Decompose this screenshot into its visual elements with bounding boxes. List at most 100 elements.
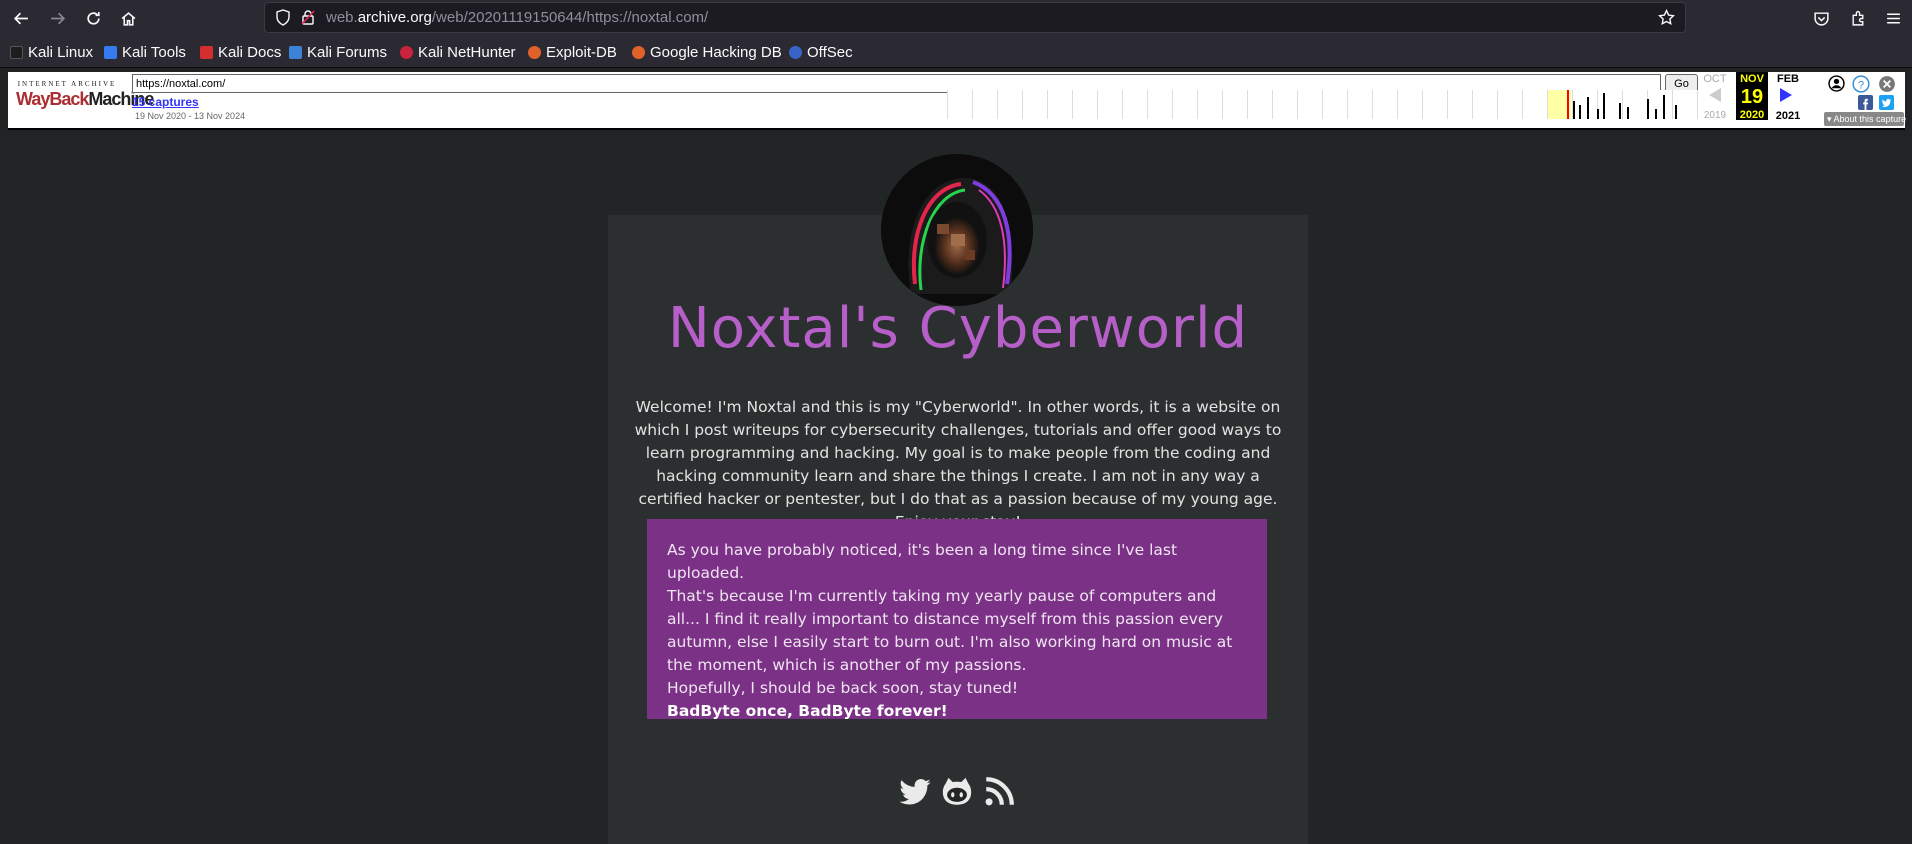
sparkline-year-column[interactable] [1647, 90, 1671, 119]
bookmark-kali-forums[interactable]: Kali Forums [289, 44, 387, 61]
about-capture-button[interactable]: ▾ About this capture [1824, 112, 1906, 126]
sparkline-capture-tick [1587, 97, 1589, 119]
pocket-icon[interactable] [1806, 3, 1836, 33]
bookmark-kali-tools[interactable]: Kali Tools [104, 44, 186, 61]
sparkline-year-column[interactable] [1222, 90, 1246, 119]
sparkline-year-column[interactable] [947, 90, 971, 119]
notice-line-2: That's because I'm currently taking my y… [667, 587, 1233, 674]
next-arrow-icon[interactable] [1778, 87, 1794, 107]
forward-icon[interactable] [42, 3, 72, 33]
sparkline-year-column[interactable] [1147, 90, 1171, 119]
wayback-captures-link[interactable]: 15 captures [132, 95, 199, 109]
prev-arrow-icon[interactable] [1707, 87, 1723, 107]
sparkline-year-column[interactable] [1447, 90, 1471, 119]
sparkline-capture-tick [1655, 109, 1657, 119]
sparkline-year-column[interactable] [1572, 90, 1596, 119]
bookmark-kali-linux[interactable]: Kali Linux [10, 44, 93, 61]
bookmark-label: Kali Docs [218, 44, 282, 61]
url-text[interactable]: web.archive.org/web/20201119150644/https… [326, 9, 708, 26]
social-links [899, 775, 1014, 811]
wayback-logo[interactable]: INTERNET ARCHIVE WayBackMachine [16, 80, 154, 120]
sparkline-year-column[interactable] [1522, 90, 1546, 119]
kali-docs-icon [200, 46, 213, 59]
current-year: 2020 [1739, 109, 1765, 121]
sparkline-year-column[interactable] [1197, 90, 1221, 119]
bookmark-google-hacking-db[interactable]: Google Hacking DB [632, 44, 782, 61]
home-icon[interactable] [113, 3, 143, 33]
sparkline-year-column[interactable] [1022, 90, 1046, 119]
sparkline-year-column[interactable] [1497, 90, 1521, 119]
ghdb-icon [632, 46, 645, 59]
sparkline-year-column[interactable] [1322, 90, 1346, 119]
sparkline-capture-tick [1627, 107, 1629, 119]
bookmark-label: Google Hacking DB [650, 44, 782, 61]
sparkline-year-column[interactable] [1272, 90, 1296, 119]
current-day: 19 [1740, 86, 1764, 108]
star-icon[interactable] [1658, 8, 1675, 30]
sparkline-capture-tick [1579, 105, 1581, 119]
prev-year: 2019 [1703, 110, 1727, 121]
profile-avatar [881, 154, 1033, 306]
sparkline-year-column[interactable] [1122, 90, 1146, 119]
sparkline-year-column[interactable] [1072, 90, 1096, 119]
reload-icon[interactable] [78, 3, 108, 33]
sparkline-capture-tick [1647, 99, 1649, 119]
sparkline-current-marker [1567, 90, 1569, 119]
sparkline-year-column[interactable] [1247, 90, 1271, 119]
sparkline-year-column[interactable] [1297, 90, 1321, 119]
menu-icon[interactable] [1878, 3, 1908, 33]
sparkline-capture-tick [1675, 105, 1677, 119]
twitter-icon[interactable] [898, 775, 932, 811]
notice-line-1: As you have probably noticed, it's been … [667, 541, 1178, 582]
close-icon[interactable] [1878, 75, 1896, 97]
wayback-calendar-nav: OCT 2019 NOV 19 2020 FEB 2021 [1698, 72, 1818, 130]
wayback-sparkline[interactable] [947, 90, 1698, 119]
current-capture-box: NOV 19 2020 [1736, 72, 1768, 121]
sparkline-capture-tick [1619, 103, 1621, 119]
bookmark-label: Kali Tools [122, 44, 186, 61]
shield-icon[interactable] [275, 9, 291, 30]
user-icon[interactable] [1828, 75, 1845, 96]
notice-signoff: BadByte once, BadByte forever! [667, 702, 948, 720]
sparkline-year-column[interactable] [1422, 90, 1446, 119]
navigation-toolbar: web.archive.org/web/20201119150644/https… [0, 0, 1912, 35]
sparkline-capture-tick [1573, 101, 1575, 119]
bookmark-kali-nethunter[interactable]: Kali NetHunter [400, 44, 516, 61]
lock-icon[interactable] [301, 9, 315, 30]
sparkline-year-column[interactable] [997, 90, 1021, 119]
sparkline-year-column[interactable] [1047, 90, 1071, 119]
sparkline-year-column[interactable] [1172, 90, 1196, 119]
sparkline-capture-tick [1603, 93, 1605, 119]
bookmark-label: Kali NetHunter [418, 44, 516, 61]
exploit-db-icon [528, 46, 541, 59]
notice-box: As you have probably noticed, it's been … [647, 519, 1267, 720]
svg-text:?: ? [1858, 80, 1864, 92]
site-title: Noxtal's Cyberworld [667, 296, 1249, 361]
browser-window: web.archive.org/web/20201119150644/https… [0, 0, 1912, 844]
github-icon[interactable] [940, 775, 974, 811]
sparkline-year-column[interactable] [1622, 90, 1646, 119]
sparkline-year-column[interactable] [1372, 90, 1396, 119]
prev-month[interactable]: OCT [1698, 72, 1732, 86]
sparkline-year-column[interactable] [1097, 90, 1121, 119]
bookmark-exploit-db[interactable]: Exploit-DB [528, 44, 617, 61]
extensions-icon[interactable] [1843, 3, 1873, 33]
sparkline-capture-tick [1663, 95, 1665, 119]
next-month[interactable]: FEB [1771, 72, 1805, 86]
sparkline-year-column[interactable] [1397, 90, 1421, 119]
rss-icon[interactable] [982, 775, 1016, 811]
bookmark-label: Kali Forums [307, 44, 388, 61]
address-bar[interactable]: web.archive.org/web/20201119150644/https… [264, 2, 1686, 33]
back-icon[interactable] [6, 3, 36, 33]
sparkline-year-column[interactable] [972, 90, 996, 119]
sparkline-year-column[interactable] [1597, 90, 1621, 119]
url-domain: archive.org [357, 9, 432, 26]
bookmark-kali-docs[interactable]: Kali Docs [200, 44, 281, 61]
bookmark-offsec[interactable]: OffSec [789, 44, 853, 61]
sparkline-year-column[interactable] [1347, 90, 1371, 119]
help-icon[interactable]: ? [1852, 75, 1870, 97]
wayback-logo-way: WayBack [16, 89, 89, 109]
next-year: 2021 [1775, 110, 1801, 122]
bookmarks-toolbar: Kali Linux Kali Tools Kali Docs Kali For… [0, 35, 1912, 68]
sparkline-year-column[interactable] [1472, 90, 1496, 119]
